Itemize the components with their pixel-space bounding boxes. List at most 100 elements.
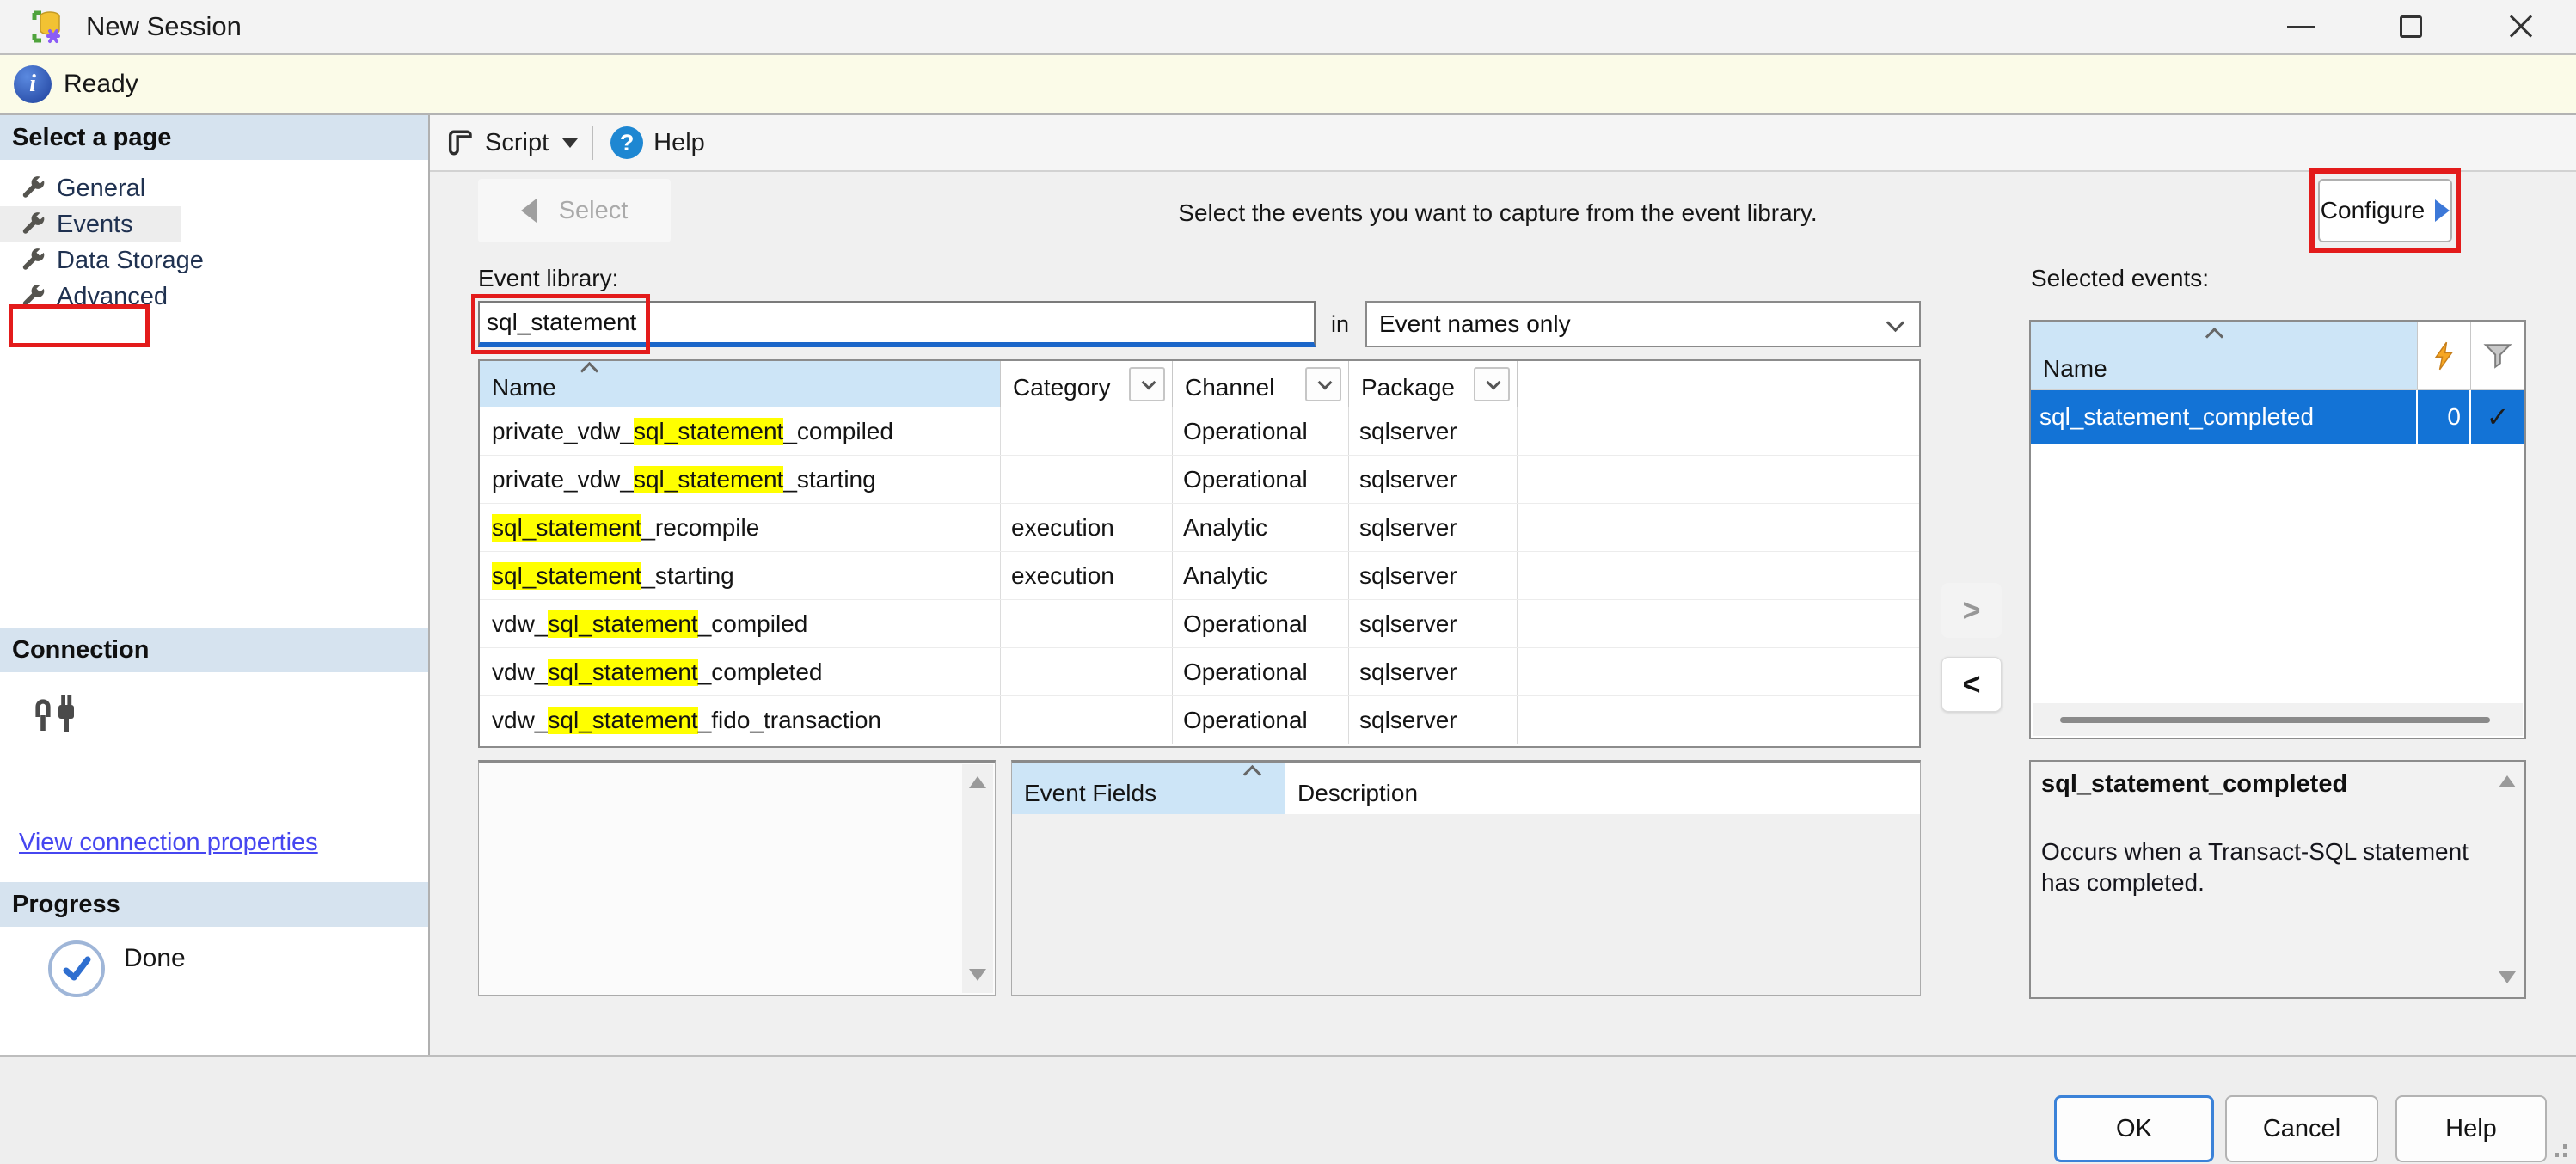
maximize-button[interactable] <box>2356 0 2466 53</box>
minimize-icon <box>2287 26 2315 28</box>
window-controls <box>2246 0 2576 53</box>
sidebar-item-general[interactable]: General <box>0 170 428 206</box>
search-match-highlight: sql_statement <box>634 466 783 493</box>
event-fields-header: Event Fields Description <box>1012 763 1920 814</box>
select-button-label: Select <box>559 197 629 225</box>
minimize-button[interactable] <box>2246 0 2356 53</box>
scroll-up-icon[interactable] <box>2499 775 2516 787</box>
sidebar-item-data-storage[interactable]: Data Storage <box>0 242 428 279</box>
table-row[interactable]: vdw_sql_statement_compiled Operational s… <box>480 600 1919 648</box>
search-match-highlight: sql_statement <box>548 707 697 734</box>
package-cell: sqlserver <box>1349 456 1518 503</box>
name-column-label: Name <box>2043 355 2107 383</box>
script-button[interactable]: Script <box>445 128 578 157</box>
scroll-down-icon[interactable] <box>969 969 986 981</box>
table-row[interactable]: vdw_sql_statement_fido_transaction Opera… <box>480 696 1919 744</box>
channel-cell: Analytic <box>1173 552 1349 599</box>
new-session-icon <box>29 8 67 46</box>
package-filter-dropdown[interactable] <box>1474 367 1510 401</box>
new-session-dialog: New Session i Ready Select a page Genera… <box>0 0 2576 1164</box>
ok-button[interactable]: OK <box>2054 1095 2214 1162</box>
event-name-cell: vdw_sql_statement_completed <box>480 648 1001 695</box>
instruction-text: Select the events you want to capture fr… <box>930 199 2065 227</box>
back-arrow-icon <box>521 199 537 223</box>
package-column-label: Package <box>1361 374 1455 401</box>
forward-arrow-icon <box>2435 199 2450 222</box>
column-header-description[interactable]: Description <box>1285 763 1555 814</box>
funnel-icon <box>2483 342 2512 370</box>
channel-filter-dropdown[interactable] <box>1305 367 1341 401</box>
remove-event-button[interactable]: < <box>1941 657 2002 712</box>
event-fields-panel: Event Fields Description <box>1011 760 1921 996</box>
vertical-scrollbar[interactable] <box>962 764 993 993</box>
table-row[interactable]: private_vdw_sql_statement_starting Opera… <box>480 456 1919 504</box>
select-back-button[interactable]: Select <box>478 179 671 242</box>
sidebar-item-events[interactable]: Events <box>0 206 181 242</box>
column-header-filler <box>1555 763 1920 814</box>
column-header-package[interactable]: Package <box>1349 361 1518 407</box>
sort-ascending-icon <box>2205 328 2223 346</box>
help-toolbar-button[interactable]: ? Help <box>610 126 705 159</box>
cancel-button[interactable]: Cancel <box>2225 1095 2378 1162</box>
search-match-highlight: sql_statement <box>634 418 783 445</box>
selected-events-table: Name sql_statement_completed 0 ✓ <box>2029 320 2526 739</box>
info-icon: i <box>14 65 52 103</box>
search-annotation-box <box>471 294 650 354</box>
add-event-button[interactable]: > <box>1941 583 2002 638</box>
script-label: Script <box>485 129 549 157</box>
sort-ascending-icon <box>580 362 598 380</box>
script-icon <box>445 128 475 157</box>
selected-events-label: Selected events: <box>2031 265 2209 292</box>
maximize-icon <box>2400 15 2422 38</box>
help-label: Help <box>653 129 705 157</box>
channel-cell: Operational <box>1173 696 1349 744</box>
page-nav: General Events Data Storage Advanced <box>0 160 428 315</box>
vertical-scrollbar[interactable] <box>2492 763 2523 996</box>
event-count-column-header[interactable] <box>2418 322 2471 389</box>
main-panel: Script ? Help Select Select the events y… <box>430 115 2576 1055</box>
selected-event-row[interactable]: sql_statement_completed 0 ✓ <box>2031 390 2524 444</box>
scroll-down-icon[interactable] <box>2499 971 2516 983</box>
configure-button[interactable]: Configure <box>2318 179 2452 242</box>
selected-column-header-name[interactable]: Name <box>2031 322 2418 389</box>
progress-status: Done <box>48 940 186 997</box>
table-row[interactable]: sql_statement_starting execution Analyti… <box>480 552 1919 600</box>
close-button[interactable] <box>2466 0 2576 53</box>
filter-column-header[interactable] <box>2471 322 2524 389</box>
column-header-channel[interactable]: Channel <box>1173 361 1349 407</box>
table-row[interactable]: private_vdw_sql_statement_compiled Opera… <box>480 407 1919 456</box>
progress-status-label: Done <box>124 944 186 973</box>
events-annotation-box <box>9 304 150 347</box>
description-column-label: Description <box>1297 780 1418 807</box>
search-match-highlight: sql_statement <box>548 610 697 638</box>
script-dropdown-caret[interactable] <box>562 138 578 148</box>
category-cell <box>1001 456 1173 503</box>
name-column-label: Name <box>492 374 556 401</box>
scroll-up-icon[interactable] <box>969 776 986 788</box>
category-filter-dropdown[interactable] <box>1129 367 1165 401</box>
category-cell: execution <box>1001 552 1173 599</box>
sidebar-item-label: Data Storage <box>57 247 204 275</box>
event-description-title: sql_statement_completed <box>2041 770 2476 799</box>
resize-grip[interactable] <box>2545 1135 2567 1157</box>
column-header-name[interactable]: Name <box>480 361 1001 407</box>
category-cell <box>1001 600 1173 647</box>
channel-cell: Operational <box>1173 648 1349 695</box>
sidebar-item-label: Events <box>57 211 133 239</box>
view-connection-properties-link[interactable]: View connection properties <box>19 829 318 857</box>
table-row[interactable]: sql_statement_recompile execution Analyt… <box>480 504 1919 552</box>
scrollbar-thumb[interactable] <box>2060 717 2490 723</box>
help-button[interactable]: Help <box>2395 1095 2547 1162</box>
horizontal-scrollbar[interactable] <box>2033 703 2523 736</box>
search-match-highlight: sql_statement <box>492 514 641 542</box>
package-cell: sqlserver <box>1349 504 1518 551</box>
column-header-category[interactable]: Category <box>1001 361 1173 407</box>
toolbar-separator <box>592 126 593 160</box>
category-cell <box>1001 407 1173 455</box>
title-bar: New Session <box>0 0 2576 53</box>
column-header-event-fields[interactable]: Event Fields <box>1012 763 1285 814</box>
connection-icon <box>29 689 77 738</box>
search-scope-dropdown[interactable]: Event names only <box>1365 301 1921 347</box>
table-row[interactable]: vdw_sql_statement_completed Operational … <box>480 648 1919 696</box>
select-a-page-header: Select a page <box>0 115 428 160</box>
